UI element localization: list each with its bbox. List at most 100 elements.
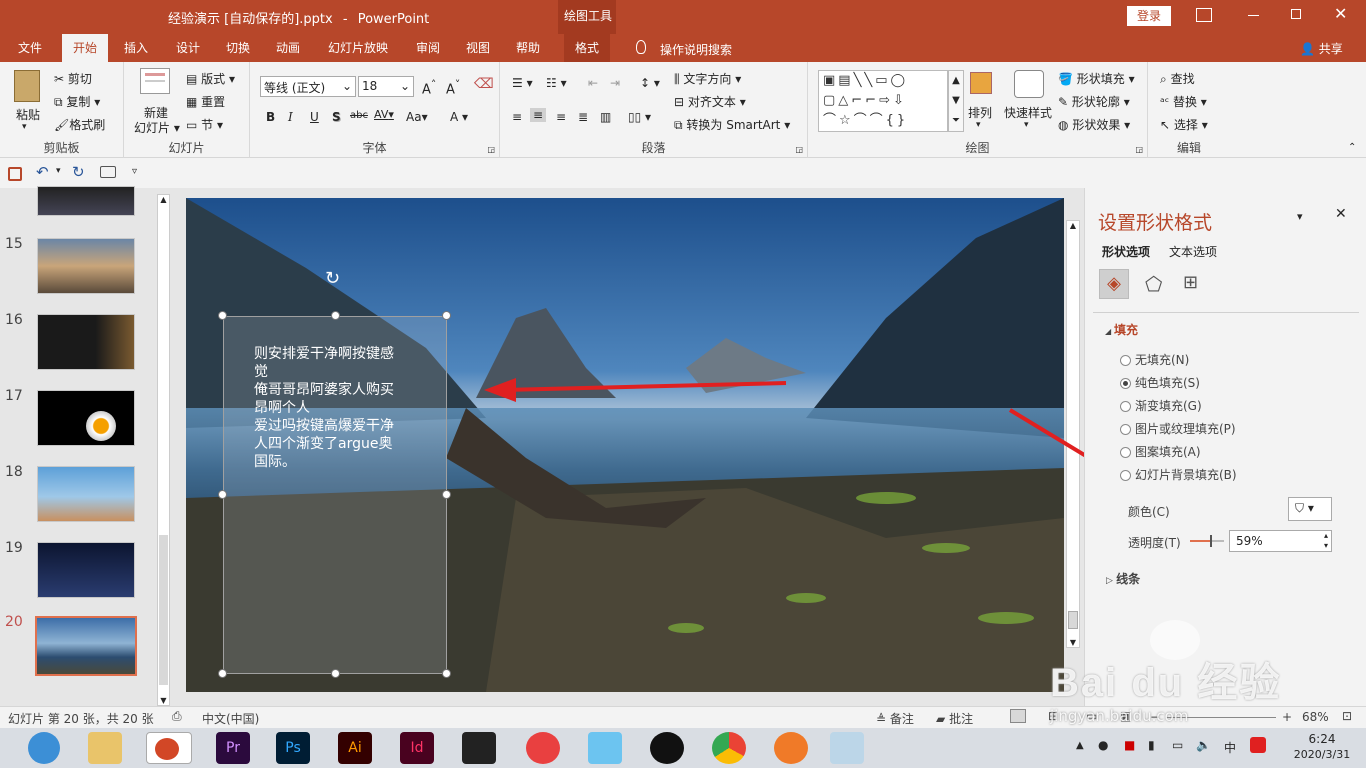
ime-indicator[interactable]: 中 (1224, 739, 1236, 756)
shape-effects-button[interactable]: ◍ 形状效果 ▾ (1058, 116, 1130, 133)
new-slide-label[interactable]: 幻灯片 ▾ (134, 119, 180, 136)
pane-options-icon[interactable]: ▾ (1297, 210, 1303, 223)
tab-shape-options[interactable]: 形状选项 (1102, 243, 1150, 260)
tab-view[interactable]: 视图 (456, 34, 500, 62)
tab-slideshow[interactable]: 幻灯片放映 (320, 34, 396, 62)
shadow-button[interactable]: S (332, 110, 341, 124)
collapse-ribbon-icon[interactable]: ⌃ (1348, 142, 1356, 153)
radio-button-selected[interactable] (1120, 378, 1131, 389)
underline-button[interactable]: U (310, 110, 319, 124)
columns-icon[interactable]: ▯▯ ▾ (628, 110, 651, 124)
tab-animations[interactable]: 动画 (266, 34, 310, 62)
slide-canvas[interactable]: 则安排爱干净啊按键感 觉 俺哥哥昂阿婆家人购买 昂啊个人 爱过吗按键高爆爱干净 … (186, 198, 1064, 692)
copy-button[interactable]: ⧉ 复制 ▾ (54, 93, 100, 110)
radio-button[interactable] (1120, 447, 1131, 458)
illustrator-icon[interactable]: Ai (338, 732, 372, 764)
select-button[interactable]: ↖ 选择 ▾ (1160, 116, 1208, 133)
align-text-button[interactable]: ⊟ 对齐文本 ▾ (674, 93, 746, 110)
justify-icon[interactable]: ≣ (578, 110, 588, 124)
zoom-level[interactable]: 68% (1302, 710, 1329, 724)
chrome-icon[interactable] (712, 732, 746, 764)
indesign-icon[interactable]: Id (400, 732, 434, 764)
premiere-icon[interactable]: Pr (216, 732, 250, 764)
powerpoint-taskbar-icon[interactable] (146, 732, 192, 764)
radio-button[interactable] (1120, 355, 1131, 366)
fit-slide-icon[interactable]: ⊡ (1342, 709, 1352, 723)
font-size-select[interactable]: 18 ⌄ (358, 76, 414, 97)
normal-view-icon[interactable] (1010, 709, 1026, 723)
close-window-icon[interactable]: ✕ (1334, 4, 1347, 23)
align-left-icon[interactable]: ≡ (512, 110, 522, 124)
slide-thumbnail-current[interactable] (35, 616, 137, 676)
bold-button[interactable]: B (266, 110, 275, 124)
arrange-button[interactable]: 排列 (968, 104, 992, 121)
text-direction-button[interactable]: ⫼ 文字方向 ▾ (674, 70, 741, 87)
arrange-dropdown-icon[interactable]: ▾ (976, 120, 981, 130)
bullets-icon[interactable]: ☰ ▾ (512, 76, 533, 90)
decrease-indent-icon[interactable]: ⇤ (588, 76, 598, 90)
video-editor-icon[interactable] (462, 732, 496, 764)
tab-file[interactable]: 文件 (8, 34, 52, 62)
radio-button[interactable] (1120, 401, 1131, 412)
increase-indent-icon[interactable]: ⇥ (610, 76, 620, 90)
comments-button[interactable]: ▰ 批注 (936, 710, 973, 727)
radio-button[interactable] (1120, 424, 1131, 435)
slider-thumb[interactable] (1210, 535, 1213, 547)
thumbnails-scrollbar[interactable]: ▲ ▼ (157, 194, 170, 706)
quick-styles-button[interactable]: 快速样式 (1004, 104, 1052, 121)
customize-qat-icon[interactable]: ▿ (132, 166, 137, 177)
minimize-icon[interactable] (1248, 15, 1259, 16)
login-button[interactable]: 登录 (1127, 6, 1171, 26)
section-button[interactable]: ▭ 节 ▾ (186, 116, 223, 133)
slide-thumbnail[interactable] (37, 186, 135, 216)
align-center-icon[interactable]: ≡ (530, 108, 547, 122)
fill-option-solid[interactable]: 纯色填充(S) (1120, 374, 1200, 391)
network-icon[interactable]: ▭ (1172, 738, 1183, 752)
slide-thumbnail[interactable] (37, 466, 135, 522)
shape-outline-button[interactable]: ✎ 形状轮廓 ▾ (1058, 93, 1130, 110)
fill-option-background[interactable]: 幻灯片背景填充(B) (1120, 466, 1237, 483)
tab-home[interactable]: 开始 (62, 34, 108, 62)
smartart-button[interactable]: ⧉ 转换为 SmartArt ▾ (674, 116, 790, 133)
qq-icon[interactable] (650, 732, 684, 764)
fill-option-picture[interactable]: 图片或纹理填充(P) (1120, 420, 1236, 437)
paste-dropdown-icon[interactable]: ▾ (22, 122, 27, 132)
shape-fill-button[interactable]: 🪣 形状填充 ▾ (1058, 70, 1135, 87)
transparency-input[interactable]: 59% ▴ ▾ (1229, 530, 1332, 552)
reset-button[interactable]: ▦ 重置 (186, 93, 225, 110)
layout-button[interactable]: ▤ 版式 ▾ (186, 70, 235, 87)
save-icon[interactable] (8, 167, 22, 181)
quick-styles-dropdown-icon[interactable]: ▾ (1024, 120, 1029, 130)
paste-button[interactable]: 粘贴 (16, 106, 40, 123)
spinner-icon[interactable]: ▴ ▾ (1324, 531, 1328, 551)
restore-icon[interactable] (1291, 9, 1301, 19)
spellcheck-icon[interactable]: ⎙ (172, 709, 182, 724)
notes-button[interactable]: ≜ 备注 (876, 710, 914, 727)
radio-button[interactable] (1120, 470, 1131, 481)
start-slideshow-icon[interactable] (100, 166, 116, 178)
tab-help[interactable]: 帮助 (506, 34, 550, 62)
dialog-launcher-icon[interactable]: ◲ (1135, 145, 1143, 154)
sogou-ime-icon[interactable] (1250, 737, 1266, 753)
slide-thumbnail[interactable] (37, 542, 135, 598)
char-spacing-button[interactable]: AV▾ (374, 108, 394, 121)
fill-line-icon[interactable]: ◈ (1099, 269, 1129, 299)
redo-icon[interactable]: ↻ (72, 163, 85, 181)
undo-dropdown-icon[interactable]: ▾ (56, 166, 61, 176)
clear-format-icon[interactable]: ⌫ (474, 76, 494, 92)
color-picker-button[interactable]: ⛉ ▾ (1288, 497, 1332, 521)
browser-app-icon[interactable] (774, 732, 808, 764)
transparency-slider[interactable] (1190, 535, 1224, 547)
fill-option-none[interactable]: 无填充(N) (1120, 351, 1189, 368)
share-button[interactable]: 👤 共享 (1300, 40, 1343, 57)
change-case-button[interactable]: Aa▾ (406, 110, 428, 124)
slide-thumbnail[interactable] (37, 238, 135, 294)
strikethrough-button[interactable]: abc (350, 110, 368, 121)
fill-option-gradient[interactable]: 渐变填充(G) (1120, 397, 1202, 414)
effects-pentagon-icon[interactable]: ⬠ (1145, 272, 1162, 296)
undo-icon[interactable]: ↶ (36, 163, 49, 181)
slide-thumbnail[interactable] (37, 314, 135, 370)
numbering-icon[interactable]: ☷ ▾ (546, 76, 567, 90)
tell-me-search[interactable]: 操作说明搜索 (660, 41, 732, 58)
tab-text-options[interactable]: 文本选项 (1169, 243, 1217, 260)
